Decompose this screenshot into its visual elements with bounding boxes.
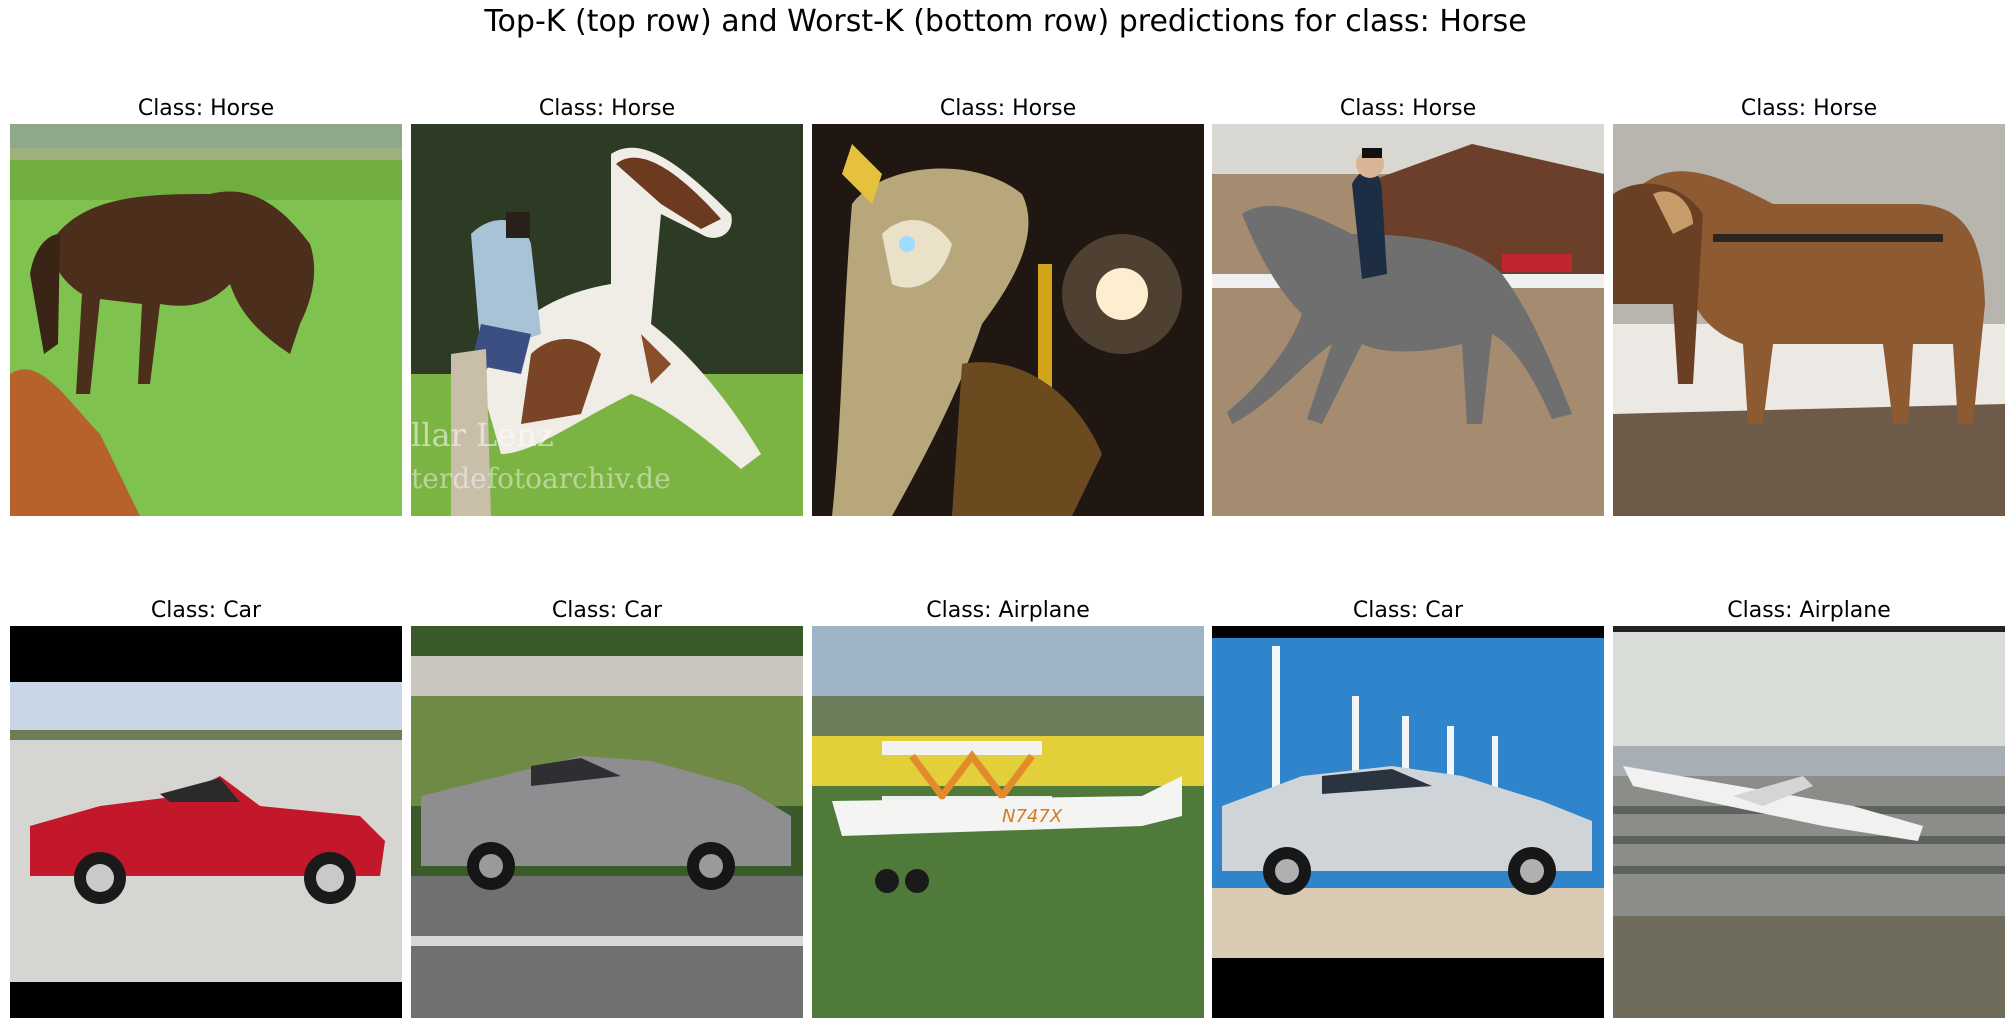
bottom-row-panel-3: Class: Airplane N747X [812, 598, 1204, 1018]
panel-title: Class: Airplane [1727, 598, 1891, 623]
bottom-row-panel-5: Class: Airplane [1613, 598, 2005, 1018]
panel-title: Class: Horse [1339, 96, 1477, 121]
grey-sports-car-image [411, 626, 803, 1018]
horse-grazing-image [10, 124, 402, 516]
panel-title: Class: Car [150, 598, 262, 623]
draft-horses-image [1613, 124, 2005, 516]
watermark-text: llar Lenz [411, 416, 554, 454]
panel-title: Class: Horse [137, 96, 275, 121]
bottom-row-panel-2: Class: Car [411, 598, 803, 1018]
biplane-image: N747X [812, 626, 1204, 1018]
carousel-horse-image [812, 124, 1204, 516]
panel-title: Class: Airplane [926, 598, 1090, 623]
top-row-panel-2: Class: Horse llar Lenz terdefotoarchiv.d… [411, 96, 803, 516]
woman-with-horse-image: llar Lenz terdefotoarchiv.de [411, 124, 803, 516]
bottom-row-panel-4: Class: Car [1212, 598, 1604, 1018]
panel-title: Class: Horse [538, 96, 676, 121]
top-row-panel-4: Class: Horse [1212, 96, 1604, 516]
red-convertible-image [10, 626, 402, 1018]
panel-title: Class: Horse [939, 96, 1077, 121]
top-row-panel-3: Class: Horse [812, 96, 1204, 516]
top-row-panel-1: Class: Horse [10, 96, 402, 516]
panel-title: Class: Horse [1740, 96, 1878, 121]
svg-text:terdefotoarchiv.de: terdefotoarchiv.de [411, 462, 671, 495]
airliner-takeoff-image [1613, 626, 2005, 1018]
figure-title: Top-K (top row) and Worst-K (bottom row)… [484, 4, 1527, 39]
bottom-row-panel-1: Class: Car [10, 598, 402, 1018]
top-row-panel-5: Class: Horse [1613, 96, 2005, 516]
svg-text:N747X: N747X [1002, 806, 1063, 827]
silver-hatchback-image [1212, 626, 1604, 1018]
panel-title: Class: Car [551, 598, 663, 623]
dressage-horse-image [1212, 124, 1604, 516]
panel-title: Class: Car [1352, 598, 1464, 623]
